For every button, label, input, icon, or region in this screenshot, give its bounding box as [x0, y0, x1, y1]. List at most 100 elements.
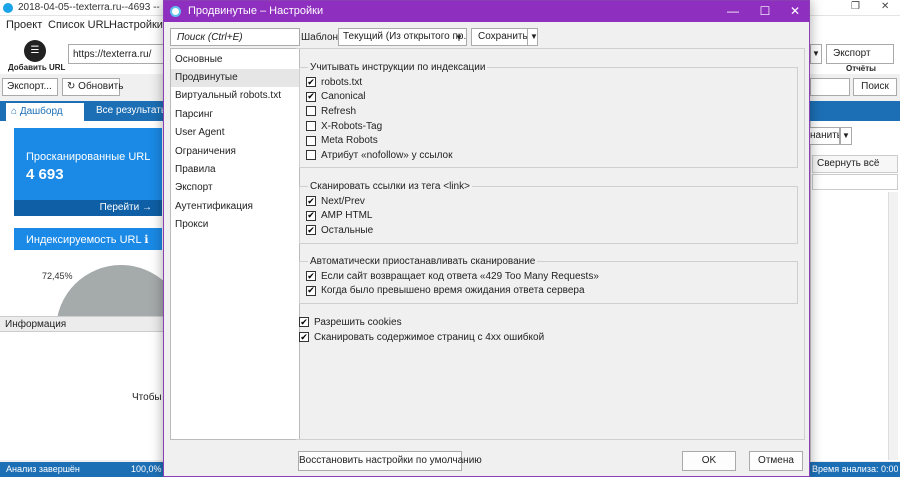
add-url-label[interactable]: Добавить URL	[8, 63, 65, 72]
settings-dialog: Продвинутые – Настройки — ☐ ✕ Основные П…	[163, 0, 810, 477]
restore-icon[interactable]: ❐	[851, 1, 860, 12]
dialog-titlebar: Продвинутые – Настройки — ☐ ✕	[164, 1, 809, 22]
chevron-down-icon[interactable]: ▼	[530, 32, 538, 41]
scanned-urls-value: 4 693	[26, 166, 64, 183]
nav-item-user-agent[interactable]: User Agent	[171, 124, 299, 142]
menu-url-list[interactable]: Список URL	[48, 19, 110, 31]
status-percent: 100,0%	[131, 464, 162, 474]
checkbox-nofollow[interactable]: Атрибут «nofollow» у ссылок	[306, 148, 791, 163]
reports-label: Отчёты	[846, 64, 876, 73]
checkbox-label: AMP HTML	[321, 210, 373, 222]
auto-pause-title: Автоматически приостанавливать сканирова…	[310, 256, 536, 267]
nav-item-authentication[interactable]: Аутентификация	[171, 198, 299, 216]
close-icon[interactable]: ✕	[780, 3, 810, 20]
checkbox-checked-icon: ✔	[306, 91, 316, 102]
indexing-instructions-group: Учитывать инструкции по индексации ✔ rob…	[299, 62, 798, 168]
nav-item-advanced[interactable]: Продвинутые	[171, 69, 299, 87]
auto-pause-group: Автоматически приостанавливать сканирова…	[299, 256, 798, 304]
ok-button[interactable]: OK	[682, 451, 736, 471]
checkbox-label: Остальные	[321, 224, 374, 236]
dialog-title: Продвинутые – Настройки	[188, 5, 324, 17]
checkbox-refresh[interactable]: Refresh	[306, 104, 791, 119]
settings-search-input[interactable]	[170, 28, 300, 46]
nav-item-parsing[interactable]: Парсинг	[171, 106, 299, 124]
link-tag-group: Сканировать ссылки из тега <link> ✔ Next…	[299, 181, 798, 244]
checkbox-next-prev[interactable]: ✔ Next/Prev	[306, 194, 791, 209]
checkbox-other-links[interactable]: ✔ Остальные	[306, 223, 791, 238]
info-panel-text: Чтобы п	[132, 392, 162, 403]
refresh-button[interactable]: ↻ Обновить	[62, 78, 124, 96]
checkbox-label: Next/Prev	[321, 195, 365, 207]
right-filter-input[interactable]	[812, 174, 898, 190]
maximize-icon[interactable]: ☐	[750, 3, 780, 20]
checkbox-allow-cookies[interactable]: ✔ Разрешить cookies	[299, 315, 402, 329]
nav-item-limits[interactable]: Ограничения	[171, 143, 299, 161]
checkbox-robots-txt[interactable]: ✔ robots.txt	[306, 75, 791, 90]
nav-item-rules[interactable]: Правила	[171, 161, 299, 179]
chevron-down-icon[interactable]: ▼	[840, 127, 852, 145]
restore-defaults-button[interactable]: Восстановить настройки по умолчанию	[298, 451, 482, 471]
indexing-instructions-title: Учитывать инструкции по индексации	[310, 62, 486, 73]
nav-item-basic[interactable]: Основные	[171, 51, 299, 69]
checkbox-checked-icon: ✔	[299, 316, 309, 327]
app-title: 2018-04-05--texterra.ru--4693 -- Netpeak…	[18, 2, 163, 13]
checkbox-label: Атрибут «nofollow» у ссылок	[321, 149, 453, 161]
menu-project[interactable]: Проект	[6, 19, 42, 31]
template-label: Шаблон:	[301, 32, 341, 43]
right-scrollbar[interactable]	[888, 192, 898, 460]
checkbox-amp-html[interactable]: ✔ AMP HTML	[306, 209, 791, 224]
save-template-button[interactable]: Сохранить ▼	[471, 28, 538, 46]
results-search-input[interactable]	[810, 78, 850, 96]
checkbox-x-robots-tag[interactable]: X-Robots-Tag	[306, 119, 791, 134]
export-button[interactable]: Экспорт...	[2, 78, 58, 96]
checkbox-pause-on-timeout[interactable]: ✔ Когда было превышено время ожидания от…	[306, 284, 791, 299]
checkbox-pause-on-429[interactable]: ✔ Если сайт возвращает код ответа «429 T…	[306, 269, 791, 284]
right-action-button[interactable]: нанить	[810, 127, 840, 145]
info-panel-header: Информация	[0, 316, 165, 332]
app-logo-icon	[3, 3, 13, 13]
template-select[interactable]: Текущий (Из открытого пр... ▼	[338, 28, 467, 46]
checkbox-label: Когда было превышено время ожидания отве…	[321, 285, 585, 297]
checkbox-label: X-Robots-Tag	[321, 120, 383, 132]
checkbox-label: Meta Robots	[321, 135, 378, 147]
nav-item-virtual-robots[interactable]: Виртуальный robots.txt	[171, 87, 299, 105]
url-input[interactable]	[68, 44, 164, 64]
checkbox-checked-icon: ✔	[299, 331, 309, 342]
checkbox-unchecked-icon	[306, 135, 316, 146]
checkbox-label: Разрешить cookies	[314, 316, 402, 328]
search-button[interactable]: Поиск	[853, 78, 897, 96]
checkbox-checked-icon: ✔	[306, 195, 316, 207]
tab-dashboard[interactable]: ⌂ Дашборд	[6, 103, 84, 121]
minimize-icon[interactable]: —	[718, 3, 748, 20]
nav-item-proxy[interactable]: Прокси	[171, 216, 299, 234]
dashboard-panel: Просканированные URL 4 693 Перейти → Инд…	[0, 121, 186, 395]
footer-divider	[298, 439, 802, 440]
close-icon[interactable]: ✕	[881, 1, 889, 12]
refresh-label: Обновить	[78, 81, 124, 92]
info-icon[interactable]: ℹ	[144, 234, 148, 246]
export-reports-button[interactable]: Экспорт	[826, 44, 894, 64]
checkbox-unchecked-icon	[306, 121, 316, 132]
collapse-all-button[interactable]: Свернуть всё	[812, 155, 898, 173]
nav-item-export[interactable]: Экспорт	[171, 179, 299, 197]
indexability-label: Индексируемость URL ℹ	[26, 234, 149, 246]
checkbox-meta-robots[interactable]: Meta Robots	[306, 133, 791, 148]
save-button-divider	[527, 29, 528, 45]
refresh-icon: ↻	[67, 81, 76, 92]
checkbox-checked-icon: ✔	[306, 76, 316, 88]
template-select-value: Текущий (Из открытого пр...	[343, 31, 467, 42]
checkbox-checked-icon: ✔	[306, 224, 316, 236]
cancel-button[interactable]: Отмена	[749, 451, 803, 471]
checkbox-scan-4xx-content[interactable]: ✔ Сканировать содержимое страниц с 4xx о…	[299, 330, 544, 344]
checkbox-checked-icon: ✔	[306, 270, 316, 282]
checkbox-label: Canonical	[321, 91, 366, 103]
add-url-icon[interactable]: ☰	[24, 40, 46, 62]
checkbox-checked-icon: ✔	[306, 210, 316, 221]
goto-link[interactable]: Перейти →	[100, 202, 152, 213]
save-template-label: Сохранить	[478, 31, 528, 42]
dialog-app-icon	[170, 6, 181, 17]
menu-settings[interactable]: Настройки	[109, 19, 163, 31]
checkbox-label: Refresh	[321, 105, 357, 117]
checkbox-canonical[interactable]: ✔ Canonical	[306, 90, 791, 105]
chevron-down-icon[interactable]: ▼	[810, 44, 822, 64]
